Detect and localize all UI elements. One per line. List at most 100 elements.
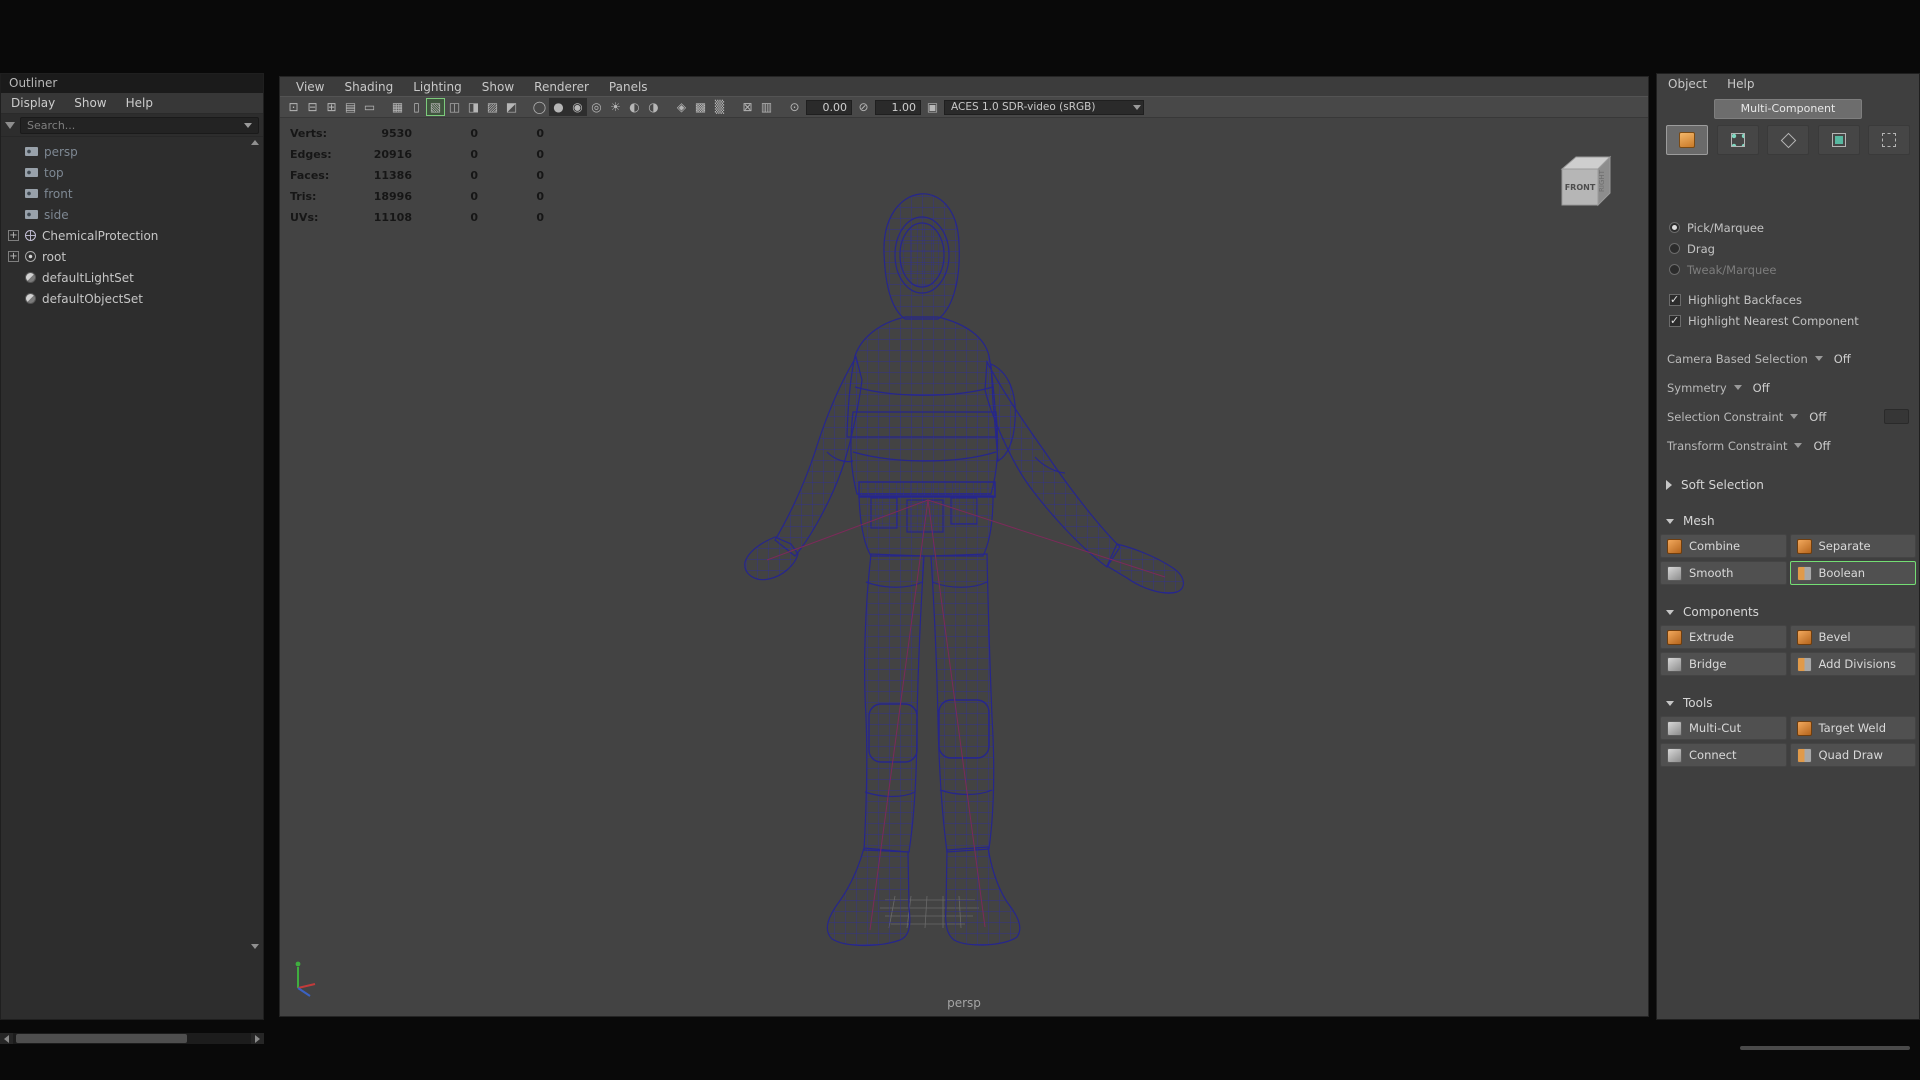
exposure-field[interactable]: 0.00 [806,99,852,115]
outliner-item-persp[interactable]: persp [1,141,263,162]
wireframe-display-icon[interactable] [530,98,549,116]
menu-object[interactable]: Object [1668,77,1707,91]
edge-mode-button[interactable] [1767,125,1809,155]
constraint-value-field[interactable] [1884,409,1909,424]
toolkit-horizontal-scrollbar[interactable] [1740,1046,1910,1050]
smooth-button[interactable]: Smooth [1660,561,1787,585]
scroll-up-icon[interactable] [251,140,259,145]
object-mode-button[interactable] [1666,125,1708,155]
extrude-button[interactable]: Extrude [1660,625,1787,649]
gamma-icon[interactable] [854,98,873,116]
outliner-item-chemicalprotection[interactable]: ChemicalProtection [1,225,263,246]
isolate-select-icon[interactable] [738,98,757,116]
default-material-icon[interactable] [587,98,606,116]
item-label: top [44,165,64,180]
view-transform-icon[interactable] [923,98,942,116]
wireframe-on-shaded-icon[interactable] [426,98,445,116]
camera-based-selection-dropdown[interactable]: Camera Based Selection Off [1657,344,1919,373]
face-mode-button[interactable] [1817,125,1860,155]
menu-display[interactable]: Display [11,96,55,110]
motion-blur-icon[interactable] [672,98,691,116]
shaded-display-icon[interactable] [549,98,568,116]
search-input[interactable]: Search... [20,116,259,134]
menu-show[interactable]: Show [74,96,106,110]
scrollbar-track[interactable] [13,1033,251,1044]
exposure-icon[interactable] [785,98,804,116]
item-label: root [42,249,67,264]
viewport-canvas[interactable]: Verts: 9530 0 0 Edges: 20916 0 0 Faces: 11386 0 0… [280,118,1648,1016]
pick-marquee-radio[interactable]: Pick/Marquee [1657,217,1919,238]
boolean-button[interactable]: Boolean [1789,561,1916,585]
outliner-item-front[interactable]: front [1,183,263,204]
menu-shading[interactable]: Shading [334,80,403,94]
filter-icon[interactable] [5,121,15,129]
grid-icon[interactable] [388,98,407,116]
expand-icon[interactable] [8,230,19,241]
multi-mode-button[interactable] [1868,125,1910,155]
bevel-button[interactable]: Bevel [1789,625,1916,649]
separate-button[interactable]: Separate [1789,534,1916,558]
outliner-item-defaultlightset[interactable]: defaultLightSet [1,267,263,288]
multi-component-button[interactable]: Multi-Component [1714,99,1862,119]
expand-icon[interactable] [8,251,19,262]
menu-help[interactable]: Help [126,96,153,110]
connect-button[interactable]: Connect [1660,743,1787,767]
outliner-item-side[interactable]: side [1,204,263,225]
outliner-item-defaultobjectset[interactable]: defaultObjectSet [1,288,263,309]
symmetry-dropdown[interactable]: Symmetry Off [1657,373,1919,402]
quad-draw-button[interactable]: Quad Draw [1789,743,1916,767]
multi-cut-button[interactable]: Multi-Cut [1660,716,1787,740]
camera-select-icon[interactable] [284,98,303,116]
vertex-mode-button[interactable] [1716,125,1759,155]
outliner-item-top[interactable]: top [1,162,263,183]
chevron-down-icon[interactable] [244,122,252,128]
bookmarks-icon[interactable] [341,98,360,116]
scroll-left-button[interactable] [0,1033,13,1044]
menu-lighting[interactable]: Lighting [403,80,472,94]
camera-attributes-icon[interactable] [322,98,341,116]
multisample-icon[interactable] [691,98,710,116]
menu-help[interactable]: Help [1727,77,1754,91]
menu-show[interactable]: Show [472,80,524,94]
add-divisions-button[interactable]: Add Divisions [1789,652,1916,676]
field-chart-icon[interactable] [483,98,502,116]
mesh-section-header[interactable]: Mesh [1657,510,1919,532]
menu-view[interactable]: View [286,80,334,94]
scrollbar-thumb[interactable] [16,1034,188,1043]
highlight-backfaces-checkbox[interactable]: Highlight Backfaces [1657,289,1919,310]
view-cube[interactable]: FRONT RIGHT [1552,151,1616,215]
lighting-icon[interactable] [606,98,625,116]
ambient-occlusion-icon[interactable] [644,98,663,116]
outliner-item-root[interactable]: root [1,246,263,267]
shadows-icon[interactable] [625,98,644,116]
camera-lock-icon[interactable] [303,98,322,116]
target-weld-button[interactable]: Target Weld [1789,716,1916,740]
view-transform-select[interactable]: ACES 1.0 SDR-video (sRGB) [944,99,1144,115]
soft-selection-header[interactable]: Soft Selection [1657,474,1919,496]
outliner-horizontal-scrollbar[interactable] [0,1032,264,1045]
resolution-gate-icon[interactable] [445,98,464,116]
xray-icon[interactable] [757,98,776,116]
tools-section-header[interactable]: Tools [1657,692,1919,714]
components-section-header[interactable]: Components [1657,601,1919,623]
gamma-field[interactable]: 1.00 [875,99,921,115]
camera-icon [25,147,38,156]
tweak-marquee-radio[interactable]: Tweak/Marquee [1657,259,1919,280]
scroll-right-button[interactable] [251,1033,264,1044]
item-label: side [44,207,69,222]
menu-renderer[interactable]: Renderer [524,80,599,94]
film-gate-icon[interactable] [407,98,426,116]
textured-display-icon[interactable] [568,98,587,116]
highlight-nearest-component-checkbox[interactable]: Highlight Nearest Component [1657,310,1919,331]
selection-constraint-dropdown[interactable]: Selection Constraint Off [1657,402,1919,431]
fog-icon[interactable] [710,98,729,116]
drag-radio[interactable]: Drag [1657,238,1919,259]
bridge-button[interactable]: Bridge [1660,652,1787,676]
scroll-down-icon[interactable] [251,944,259,949]
safe-title-icon[interactable] [502,98,521,116]
menu-panels[interactable]: Panels [599,80,658,94]
transform-constraint-dropdown[interactable]: Transform Constraint Off [1657,431,1919,460]
image-plane-icon[interactable] [360,98,379,116]
combine-button[interactable]: Combine [1660,534,1787,558]
gate-mask-icon[interactable] [464,98,483,116]
